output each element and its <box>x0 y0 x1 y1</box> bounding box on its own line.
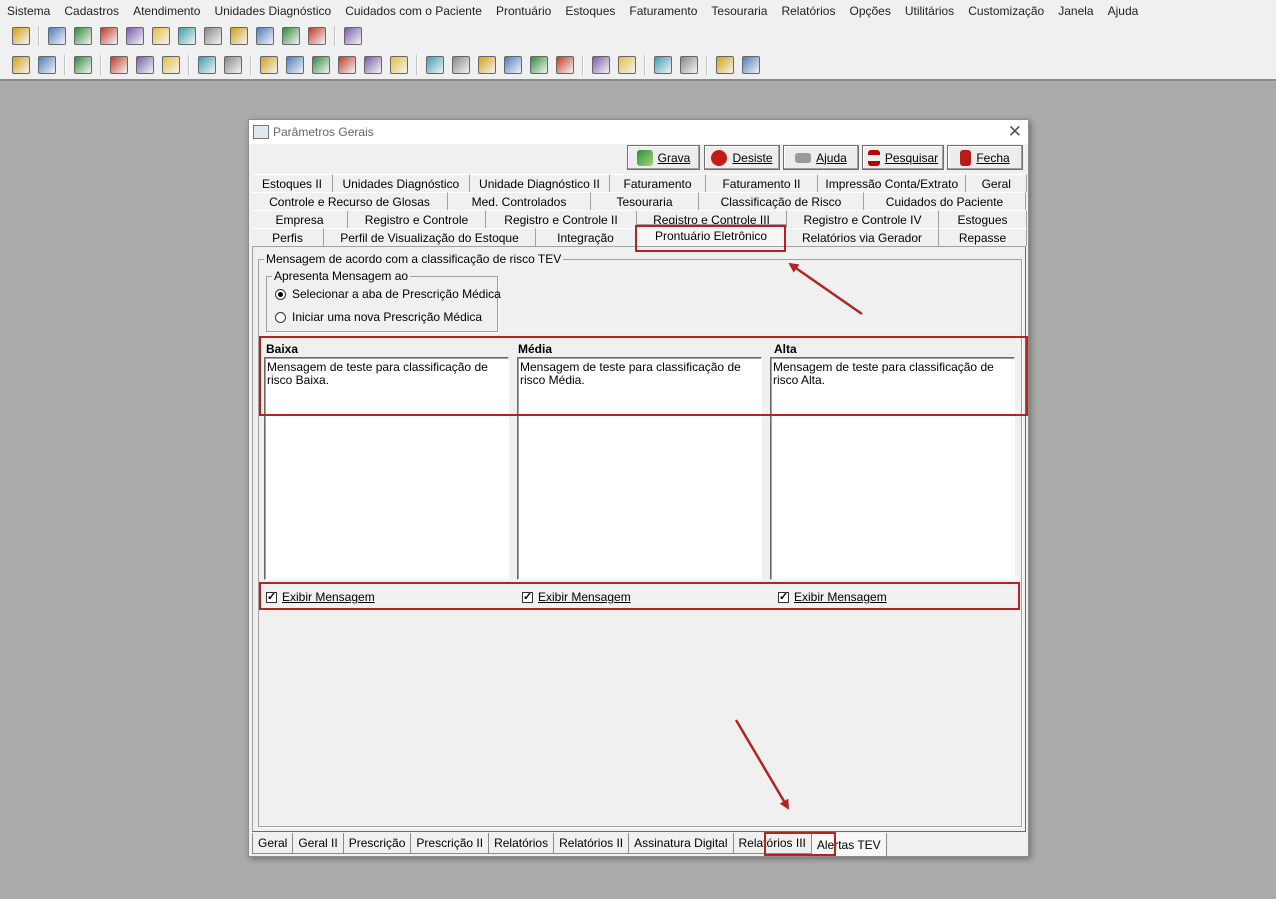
arrow-to-prontuario-tab <box>788 262 863 316</box>
annotation-arrows <box>734 262 863 810</box>
arrow-to-alertas-tab <box>734 719 790 810</box>
